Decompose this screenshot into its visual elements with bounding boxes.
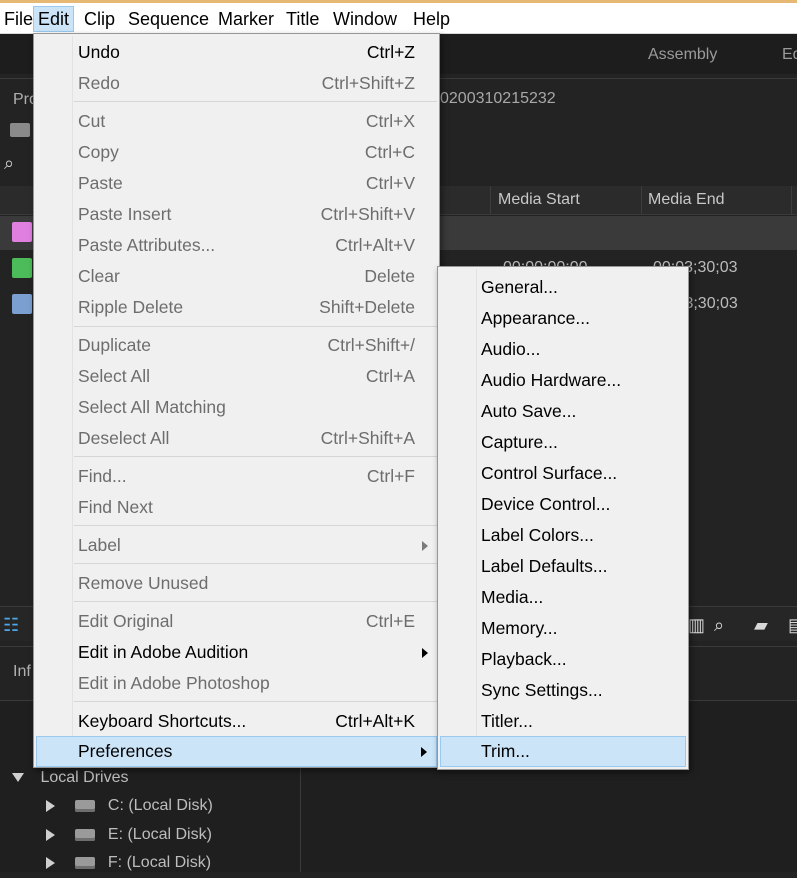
pref-item-auto-save[interactable]: Auto Save... — [440, 396, 686, 427]
tree-label: C: (Local Disk) — [107, 797, 213, 814]
menu-item-select-all[interactable]: Select All Ctrl+A — [36, 361, 437, 392]
pref-item-media[interactable]: Media... — [440, 582, 686, 613]
label-color-swatch — [12, 258, 32, 278]
menu-clip[interactable]: Clip — [80, 6, 119, 32]
menu-separator — [74, 525, 437, 526]
hard-drive-icon — [75, 828, 96, 841]
menu-item-paste-attributes[interactable]: Paste Attributes... Ctrl+Alt+V — [36, 230, 437, 261]
expand-arrow-icon[interactable] — [46, 828, 55, 841]
menu-item-find[interactable]: Find... Ctrl+F — [36, 461, 437, 492]
tree-drive-e[interactable]: E: (Local Disk) — [46, 826, 212, 850]
tree-label: Local Drives — [40, 769, 129, 786]
pref-item-titler[interactable]: Titler... — [440, 706, 686, 737]
menu-bar: File Edit Clip Sequence Marker Title Win… — [0, 3, 797, 34]
menu-item-clear[interactable]: Clear Delete — [36, 261, 437, 292]
expand-arrow-icon[interactable] — [46, 856, 55, 869]
pref-item-device-control[interactable]: Device Control... — [440, 489, 686, 520]
submenu-arrow-icon — [422, 648, 428, 658]
pref-item-appearance[interactable]: Appearance... — [440, 303, 686, 334]
workspace-tab-assembly[interactable]: Assembly — [648, 46, 717, 64]
pref-item-trim[interactable]: Trim... — [440, 736, 686, 767]
menu-item-edit-original[interactable]: Edit Original Ctrl+E — [36, 606, 437, 637]
menu-window[interactable]: Window — [329, 6, 401, 32]
column-divider[interactable] — [791, 186, 792, 214]
tree-drive-c[interactable]: C: (Local Disk) — [46, 797, 213, 821]
menu-item-ripple-delete[interactable]: Ripple Delete Shift+Delete — [36, 292, 437, 323]
menu-item-keyboard-shortcuts[interactable]: Keyboard Shortcuts... Ctrl+Alt+K — [36, 706, 437, 737]
menu-marker[interactable]: Marker — [214, 6, 278, 32]
tree-label: E: (Local Disk) — [107, 826, 212, 843]
menu-item-label[interactable]: Label — [36, 530, 437, 561]
label-color-swatch — [12, 294, 32, 314]
menu-separator — [74, 563, 437, 564]
menu-sequence[interactable]: Sequence — [124, 6, 213, 32]
pref-item-sync-settings[interactable]: Sync Settings... — [440, 675, 686, 706]
expand-arrow-icon[interactable] — [46, 799, 55, 812]
menu-item-remove-unused[interactable]: Remove Unused — [36, 568, 437, 599]
menu-item-select-all-matching[interactable]: Select All Matching — [36, 392, 437, 423]
menu-separator — [74, 101, 437, 102]
menu-item-cut[interactable]: Cut Ctrl+X — [36, 106, 437, 137]
menu-item-deselect-all[interactable]: Deselect All Ctrl+Shift+A — [36, 423, 437, 454]
expand-arrow-icon[interactable] — [12, 773, 24, 783]
automate-sequence-icon[interactable]: ▥ — [688, 615, 705, 636]
pref-item-control-surface[interactable]: Control Surface... — [440, 458, 686, 489]
menu-item-preferences[interactable]: Preferences — [36, 736, 437, 767]
menu-item-edit-in-audition[interactable]: Edit in Adobe Audition — [36, 637, 437, 668]
pref-item-label-defaults[interactable]: Label Defaults... — [440, 551, 686, 582]
menu-item-duplicate[interactable]: Duplicate Ctrl+Shift+/ — [36, 330, 437, 361]
new-bin-icon[interactable]: ▰ — [754, 615, 768, 636]
submenu-arrow-icon — [422, 541, 428, 551]
pref-item-playback[interactable]: Playback... — [440, 644, 686, 675]
pref-item-label-colors[interactable]: Label Colors... — [440, 520, 686, 551]
pref-item-capture[interactable]: Capture... — [440, 427, 686, 458]
tree-local-drives[interactable]: Local Drives — [12, 769, 128, 793]
menu-item-find-next[interactable]: Find Next — [36, 492, 437, 523]
new-item-icon[interactable]: ▤ — [788, 615, 797, 636]
menu-item-redo[interactable]: Redo Ctrl+Shift+Z — [36, 68, 437, 99]
find-icon[interactable]: ⌕ — [714, 615, 724, 636]
menu-separator — [74, 456, 437, 457]
menu-file[interactable]: File — [0, 6, 37, 32]
hard-drive-icon — [75, 856, 96, 869]
workspace-tab-editing[interactable]: Ed — [782, 46, 797, 64]
menu-item-paste-insert[interactable]: Paste Insert Ctrl+Shift+V — [36, 199, 437, 230]
submenu-arrow-icon — [421, 747, 427, 757]
pref-item-general[interactable]: General... — [440, 272, 686, 303]
menu-item-paste[interactable]: Paste Ctrl+V — [36, 168, 437, 199]
pref-item-memory[interactable]: Memory... — [440, 613, 686, 644]
pref-item-audio-hardware[interactable]: Audio Hardware... — [440, 365, 686, 396]
hard-drive-icon — [75, 799, 96, 812]
sequence-name: 0200310215232 — [440, 90, 556, 107]
menu-help[interactable]: Help — [409, 6, 454, 32]
edit-menu: Undo Ctrl+Z Redo Ctrl+Shift+Z Cut Ctrl+X Co… — [33, 33, 440, 768]
label-color-swatch — [12, 222, 32, 242]
menu-separator — [74, 326, 437, 327]
column-divider[interactable] — [490, 186, 491, 214]
tree-label: F: (Local Disk) — [107, 854, 212, 871]
menu-title[interactable]: Title — [282, 6, 323, 32]
menu-edit[interactable]: Edit — [33, 6, 75, 32]
folder-up-icon[interactable] — [10, 123, 30, 137]
column-media-end[interactable]: Media End — [648, 191, 725, 209]
menu-separator — [74, 601, 437, 602]
preferences-submenu: General... Appearance... Audio... Audio … — [437, 266, 689, 770]
menu-item-edit-in-photoshop[interactable]: Edit in Adobe Photoshop — [36, 668, 437, 699]
list-view-icon[interactable]: ☷ — [3, 615, 19, 636]
info-tab[interactable]: Inf — [13, 663, 31, 681]
column-media-start[interactable]: Media Start — [498, 191, 580, 209]
menu-item-copy[interactable]: Copy Ctrl+C — [36, 137, 437, 168]
menu-item-undo[interactable]: Undo Ctrl+Z — [36, 37, 437, 68]
search-icon[interactable]: ⌕ — [4, 153, 14, 174]
column-divider[interactable] — [641, 186, 642, 214]
menu-separator — [74, 701, 437, 702]
tree-drive-f[interactable]: F: (Local Disk) — [46, 854, 211, 878]
pref-item-audio[interactable]: Audio... — [440, 334, 686, 365]
